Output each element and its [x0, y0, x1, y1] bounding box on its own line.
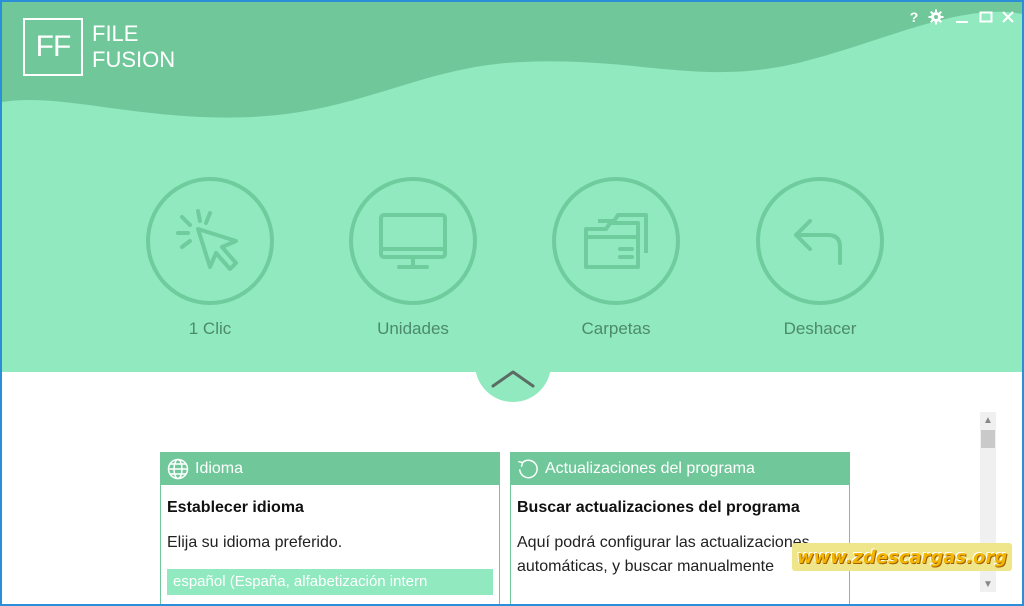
- action-circle: [552, 177, 680, 305]
- close-icon: [1002, 11, 1014, 23]
- panel-description: Elija su idioma preferido.: [167, 534, 343, 551]
- panel-header-label: Idioma: [195, 460, 244, 477]
- action-label: 1 Clic: [188, 319, 232, 338]
- language-panel: Idioma Establecer idioma Elija su idioma…: [160, 452, 500, 604]
- action-undo[interactable]: Deshacer: [752, 177, 888, 339]
- collapse-toggle[interactable]: [475, 334, 551, 402]
- panel-header: Idioma: [161, 453, 499, 485]
- action-drives[interactable]: Unidades: [345, 177, 481, 339]
- panel-header-label: Actualizaciones del programa: [545, 460, 755, 477]
- logo-line-file: FILE: [92, 21, 139, 46]
- close-button[interactable]: [998, 8, 1018, 26]
- scroll-up-button[interactable]: ▲: [980, 412, 996, 428]
- maximize-icon: [979, 11, 993, 23]
- action-circle: [756, 177, 884, 305]
- app-logo: FF FILE FUSION: [23, 18, 175, 76]
- cursor-click-icon: [176, 209, 238, 271]
- action-folders[interactable]: Carpetas: [548, 177, 684, 339]
- chevron-up-icon: [491, 370, 535, 388]
- logo-line-fusion: FUSION: [92, 47, 176, 72]
- panel-title: Buscar actualizaciones del programa: [517, 499, 800, 516]
- minimize-icon: [956, 21, 968, 23]
- action-label: Carpetas: [581, 319, 651, 338]
- maximize-button[interactable]: [976, 8, 996, 26]
- language-select[interactable]: español (España, alfabetización intern: [167, 569, 493, 595]
- hero-area: FF FILE FUSION ? 1 Clic Unidades Carpeta…: [2, 2, 1022, 372]
- gear-icon: [928, 9, 944, 25]
- action-one-click[interactable]: 1 Clic: [142, 177, 278, 339]
- updates-panel: Actualizaciones del programa Buscar actu…: [510, 452, 850, 604]
- refresh-icon: [517, 458, 539, 480]
- minimize-button[interactable]: [952, 8, 972, 26]
- watermark: www.zdescargas.org: [792, 543, 1012, 571]
- help-button[interactable]: ?: [904, 8, 924, 26]
- logo-text: FILE FUSION: [92, 21, 175, 73]
- logo-mark: FF: [23, 18, 83, 76]
- app-window: FF FILE FUSION ? 1 Clic Unidades Carpeta…: [0, 0, 1024, 606]
- panel-header: Actualizaciones del programa: [511, 453, 849, 485]
- monitor-icon: [379, 213, 447, 269]
- globe-icon: [167, 458, 189, 480]
- action-circle: [146, 177, 274, 305]
- folders-icon: [584, 213, 648, 269]
- panel-title: Establecer idioma: [167, 499, 304, 516]
- settings-button[interactable]: [926, 8, 946, 26]
- scroll-down-button[interactable]: ▼: [980, 576, 996, 592]
- action-circle: [349, 177, 477, 305]
- undo-arrow-icon: [794, 219, 842, 265]
- scroll-thumb[interactable]: [981, 430, 995, 448]
- action-label: Deshacer: [783, 319, 857, 338]
- action-label: Unidades: [377, 319, 449, 338]
